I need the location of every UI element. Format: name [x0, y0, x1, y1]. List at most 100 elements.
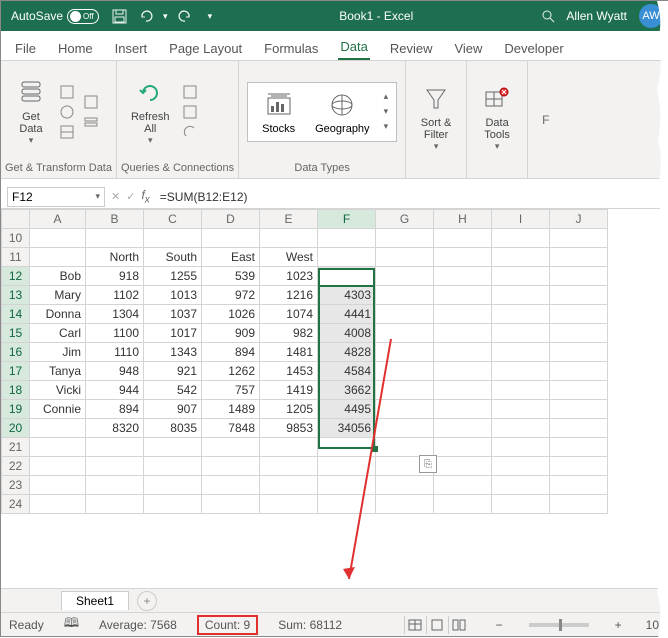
cell[interactable]: 1343 [144, 343, 202, 362]
cell[interactable] [318, 476, 376, 495]
cell[interactable]: 1074 [260, 305, 318, 324]
zoom-in-button[interactable]: + [615, 618, 622, 632]
from-web-icon[interactable] [59, 104, 75, 120]
cell[interactable] [550, 286, 608, 305]
cell[interactable]: 1419 [260, 381, 318, 400]
tab-home[interactable]: Home [56, 37, 95, 60]
cell[interactable] [144, 457, 202, 476]
cell[interactable] [376, 400, 434, 419]
status-count-highlighted[interactable]: Count: 9 [197, 615, 258, 635]
cell[interactable]: Tanya [30, 362, 86, 381]
cell[interactable]: 918 [86, 267, 144, 286]
cell[interactable] [376, 343, 434, 362]
cell[interactable]: 972 [202, 286, 260, 305]
cell[interactable] [492, 286, 550, 305]
row-header[interactable]: 20 [2, 419, 30, 438]
add-sheet-button[interactable]: + [137, 591, 157, 611]
cell[interactable] [550, 267, 608, 286]
cell[interactable]: 894 [202, 343, 260, 362]
tab-data[interactable]: Data [338, 35, 369, 60]
enter-icon[interactable]: ✓ [126, 190, 135, 203]
col-header[interactable]: G [376, 210, 434, 229]
view-normal-icon[interactable] [404, 616, 426, 634]
cell[interactable] [376, 248, 434, 267]
cell[interactable] [318, 248, 376, 267]
cell[interactable] [144, 495, 202, 514]
cell[interactable] [492, 381, 550, 400]
cell[interactable]: South [144, 248, 202, 267]
data-type-gallery[interactable]: Stocks Geography ▴ ▾ ▾ [247, 82, 397, 142]
cell[interactable]: Vicki [30, 381, 86, 400]
cell[interactable] [492, 457, 550, 476]
cell[interactable] [434, 305, 492, 324]
cell[interactable] [260, 495, 318, 514]
row-header[interactable]: 11 [2, 248, 30, 267]
sheet-tab-active[interactable]: Sheet1 [61, 591, 129, 610]
cell[interactable]: 8320 [86, 419, 144, 438]
cell[interactable]: 4828 [318, 343, 376, 362]
cell[interactable] [318, 495, 376, 514]
cell[interactable] [202, 495, 260, 514]
cell[interactable] [260, 457, 318, 476]
cell[interactable] [492, 229, 550, 248]
cell[interactable] [492, 495, 550, 514]
cell[interactable] [550, 381, 608, 400]
cell[interactable] [550, 343, 608, 362]
cell[interactable] [202, 229, 260, 248]
row-header[interactable]: 21 [2, 438, 30, 457]
cell[interactable]: 9853 [260, 419, 318, 438]
refresh-all-button[interactable]: Refresh All ▾ [125, 75, 176, 148]
cell[interactable] [376, 495, 434, 514]
cell[interactable]: Connie [30, 400, 86, 419]
geography-button[interactable]: Geography [305, 87, 379, 137]
cell[interactable] [434, 248, 492, 267]
from-table-icon[interactable] [59, 124, 75, 140]
cell[interactable]: 542 [144, 381, 202, 400]
cell[interactable]: 539 [202, 267, 260, 286]
row-header[interactable]: 13 [2, 286, 30, 305]
cell[interactable]: 34056 [318, 419, 376, 438]
cell[interactable]: 1110 [86, 343, 144, 362]
gallery-up-icon[interactable]: ▴ [384, 91, 389, 102]
properties-icon[interactable] [182, 104, 198, 120]
worksheet-grid[interactable]: A B C D E F G H I J 10 11NorthSouthEastW… [1, 209, 667, 589]
cell[interactable] [86, 457, 144, 476]
cell[interactable] [492, 362, 550, 381]
redo-icon[interactable] [178, 8, 194, 24]
cell[interactable] [144, 476, 202, 495]
col-header[interactable]: A [30, 210, 86, 229]
row-header[interactable]: 22 [2, 457, 30, 476]
cell[interactable] [202, 457, 260, 476]
cell[interactable]: 1304 [86, 305, 144, 324]
tab-review[interactable]: Review [388, 37, 435, 60]
cell[interactable]: 3662 [318, 381, 376, 400]
cell[interactable] [202, 438, 260, 457]
cell[interactable] [30, 419, 86, 438]
cell[interactable]: 944 [86, 381, 144, 400]
cell[interactable]: 1216 [260, 286, 318, 305]
zoom-out-button[interactable]: − [496, 618, 503, 632]
cell[interactable] [550, 400, 608, 419]
cell[interactable]: 894 [86, 400, 144, 419]
cell[interactable]: 1017 [144, 324, 202, 343]
cell[interactable] [434, 419, 492, 438]
queries-icon[interactable] [182, 84, 198, 100]
col-header[interactable]: C [144, 210, 202, 229]
row-header[interactable]: 15 [2, 324, 30, 343]
cell[interactable]: Carl [30, 324, 86, 343]
cell[interactable] [550, 457, 608, 476]
toggle-switch[interactable]: Off [67, 9, 99, 24]
gallery-down-icon[interactable]: ▾ [384, 106, 389, 117]
cell[interactable] [376, 324, 434, 343]
tab-formulas[interactable]: Formulas [262, 37, 320, 60]
tab-insert[interactable]: Insert [113, 37, 150, 60]
cell[interactable]: 757 [202, 381, 260, 400]
cell[interactable] [30, 248, 86, 267]
cell[interactable] [550, 362, 608, 381]
cell[interactable]: 4584 [318, 362, 376, 381]
tab-view[interactable]: View [452, 37, 484, 60]
sort-filter-button[interactable]: Sort & Filter ▾ [414, 81, 458, 154]
col-header[interactable]: E [260, 210, 318, 229]
row-header[interactable]: 23 [2, 476, 30, 495]
cell[interactable] [434, 438, 492, 457]
